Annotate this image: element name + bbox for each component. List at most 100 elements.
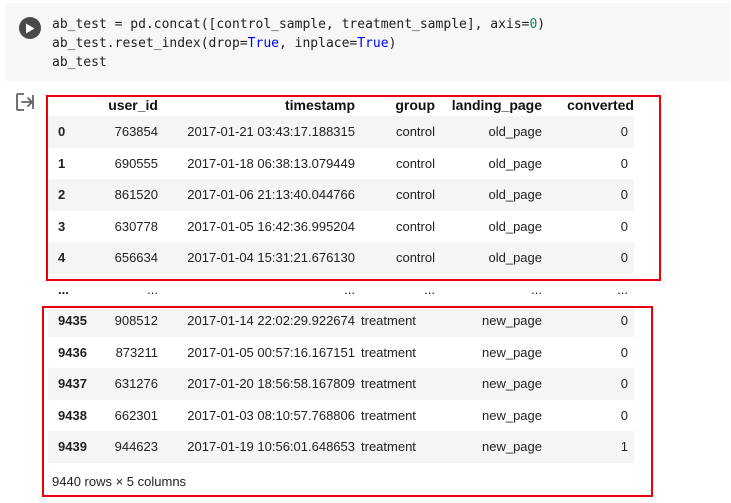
cell-group: ... <box>424 281 435 297</box>
cell-user-id: 873211 <box>115 344 158 360</box>
code-token: ab_test <box>52 55 107 70</box>
cell-user-id: 630778 <box>114 218 158 234</box>
play-icon <box>26 23 35 33</box>
table-header-row: user_id timestamp group landing_page convert… <box>48 94 634 116</box>
row-index: ... <box>58 281 69 297</box>
dataframe-table: user_id timestamp group landing_page convert… <box>48 94 634 463</box>
cell-group: control <box>395 124 435 140</box>
cell-landing-page: old_page <box>488 218 543 234</box>
cell-converted: 0 <box>620 344 628 360</box>
row-index: 1 <box>58 155 66 171</box>
cell-user-id: 631276 <box>114 376 158 392</box>
row-index: 4 <box>58 250 66 266</box>
code-line: ab_test.reset_index(drop=True, inplace=T… <box>52 34 545 53</box>
cell-landing-page: old_page <box>488 155 543 171</box>
column-header-user-id: user_id <box>108 97 158 113</box>
cell-timestamp: 2017-01-06 21:13:40.044766 <box>187 187 355 203</box>
cell-user-id: 690555 <box>114 155 158 171</box>
row-index: 3 <box>58 218 66 234</box>
column-header-group: group <box>395 97 435 113</box>
code-line: ab_test = pd.concat([control_sample, tre… <box>52 15 545 34</box>
cell-converted: 0 <box>620 187 628 203</box>
column-header-timestamp: timestamp <box>284 97 355 113</box>
code-token: ab_test.reset_index(drop= <box>52 36 248 51</box>
table-row: 3 630778 2017-01-05 16:42:36.995204 control… <box>48 211 634 243</box>
cell-converted: ... <box>617 281 628 297</box>
cell-timestamp: 2017-01-05 00:57:16.167151 <box>187 344 355 360</box>
cell-timestamp: 2017-01-21 03:43:17.188315 <box>187 124 355 140</box>
cell-user-id: 763854 <box>114 124 158 140</box>
cell-user-id: 656634 <box>114 250 158 266</box>
cell-group: control <box>395 187 435 203</box>
cell-landing-page: new_page <box>482 407 542 423</box>
table-row: 0 763854 2017-01-21 03:43:17.188315 control… <box>48 116 634 148</box>
cell-user-id: 908512 <box>114 313 158 329</box>
row-index: 9437 <box>58 376 87 392</box>
code-token: , inplace= <box>278 36 358 51</box>
cell-user-id: ... <box>147 281 158 297</box>
code-cell[interactable]: ab_test = pd.concat([control_sample, tre… <box>6 3 730 81</box>
table-row: 4 656634 2017-01-04 15:31:21.676130 control… <box>48 242 634 274</box>
table-row: 9435 908512 2017-01-14 22:02:29.922674 trea… <box>48 305 634 337</box>
row-index: 9436 <box>58 344 87 360</box>
code-token: ) <box>537 17 546 32</box>
cell-timestamp: ... <box>344 281 355 297</box>
cell-user-id: 861520 <box>114 187 158 203</box>
cell-converted: 0 <box>620 407 628 423</box>
cell-landing-page: new_page <box>482 313 542 329</box>
row-index: 0 <box>58 124 66 140</box>
cell-group: treatment <box>361 376 416 392</box>
row-index: 9435 <box>58 313 87 329</box>
cell-timestamp: 2017-01-03 08:10:57.768806 <box>187 407 355 423</box>
cell-converted: 0 <box>620 155 628 171</box>
cell-group: control <box>395 250 435 266</box>
table-row: 9439 944623 2017-01-19 10:56:01.648653 trea… <box>48 431 634 463</box>
code-line: ab_test <box>52 53 545 72</box>
cell-landing-page: old_page <box>488 124 543 140</box>
output-redirect-icon[interactable] <box>14 91 36 113</box>
cell-group: treatment <box>361 407 416 423</box>
cell-group: treatment <box>361 313 416 329</box>
row-index: 9439 <box>58 439 87 455</box>
column-header-converted: converted <box>567 97 634 113</box>
code-editor[interactable]: ab_test = pd.concat([control_sample, tre… <box>52 15 545 72</box>
cell-group: treatment <box>361 439 416 455</box>
cell-converted: 0 <box>620 124 628 140</box>
code-token: True <box>247 36 279 51</box>
cell-landing-page: old_page <box>488 250 543 266</box>
cell-converted: 1 <box>620 439 628 455</box>
run-cell-button[interactable] <box>19 17 41 39</box>
table-row: 9438 662301 2017-01-03 08:10:57.768806 trea… <box>48 400 634 432</box>
cell-user-id: 662301 <box>114 407 158 423</box>
code-token: ab_test = pd.concat([control_sample, tre… <box>52 17 530 32</box>
column-header-landing-page: landing_page <box>451 97 542 113</box>
cell-timestamp: 2017-01-18 06:38:13.079449 <box>187 155 355 171</box>
cell-converted: 0 <box>620 250 628 266</box>
cell-group: control <box>395 218 435 234</box>
ellipsis-row: .................. <box>48 273 634 305</box>
cell-landing-page: old_page <box>488 187 543 203</box>
table-row: 9436 873211 2017-01-05 00:57:16.167151 trea… <box>48 337 634 369</box>
row-index: 9438 <box>58 407 87 423</box>
cell-converted: 0 <box>620 313 628 329</box>
cell-timestamp: 2017-01-05 16:42:36.995204 <box>187 218 355 234</box>
table-row: 9437 631276 2017-01-20 18:56:58.167809 trea… <box>48 368 634 400</box>
cell-group: control <box>395 155 435 171</box>
cell-landing-page: new_page <box>482 344 542 360</box>
code-token: ) <box>388 36 397 51</box>
index-header <box>48 94 100 116</box>
cell-landing-page: new_page <box>482 376 542 392</box>
cell-converted: 0 <box>620 218 628 234</box>
code-token: True <box>357 36 389 51</box>
cell-group: treatment <box>361 344 416 360</box>
cell-timestamp: 2017-01-14 22:02:29.922674 <box>187 313 355 329</box>
cell-converted: 0 <box>620 376 628 392</box>
row-index: 2 <box>58 187 66 203</box>
table-shape-footer: 9440 rows × 5 columns <box>52 474 187 489</box>
cell-timestamp: 2017-01-04 15:31:21.676130 <box>187 250 355 266</box>
cell-landing-page: ... <box>531 281 542 297</box>
table-row: 2 861520 2017-01-06 21:13:40.044766 control… <box>48 179 634 211</box>
cell-timestamp: 2017-01-20 18:56:58.167809 <box>187 376 355 392</box>
table-row: 1 690555 2017-01-18 06:38:13.079449 control… <box>48 148 634 180</box>
cell-user-id: 944623 <box>114 439 158 455</box>
